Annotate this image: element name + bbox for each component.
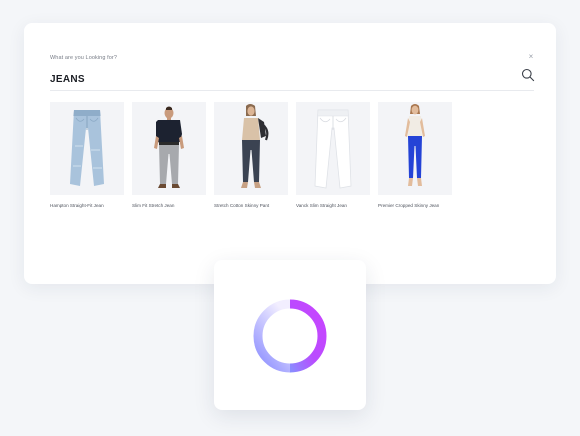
product-card[interactable]: Vanck Slim Straight Jean — [296, 102, 370, 208]
search-divider — [50, 90, 534, 91]
product-image-hampton-jean — [50, 102, 124, 195]
product-image-stretch-cotton-pant — [214, 102, 288, 195]
product-card[interactable]: Premier Cropped Skinny Jean — [378, 102, 452, 208]
product-name: Vanck Slim Straight Jean — [296, 203, 347, 208]
product-image-premier-cropped-jean — [378, 102, 452, 195]
search-input[interactable] — [50, 70, 490, 88]
product-name: Hampton Straight-Fit Jean — [50, 203, 104, 208]
search-prompt-label: What are you Looking for? — [50, 55, 118, 61]
product-image-vanck-slim-jean — [296, 102, 370, 195]
product-name: Stretch Cotton Skinny Pant — [214, 203, 270, 208]
search-results: Hampton Straight-Fit Jean Slim Fit Stret… — [50, 102, 452, 208]
search-icon — [521, 68, 535, 82]
search-button[interactable] — [521, 68, 535, 82]
product-image-slim-fit-jean — [132, 102, 206, 195]
product-name: Slim Fit Stretch Jean — [132, 203, 175, 208]
close-icon: × — [528, 52, 534, 61]
product-card[interactable]: Hampton Straight-Fit Jean — [50, 102, 124, 208]
loading-spinner-icon — [253, 299, 327, 373]
product-name: Premier Cropped Skinny Jean — [378, 203, 440, 208]
product-card[interactable]: Stretch Cotton Skinny Pant — [214, 102, 288, 208]
search-panel: What are you Looking for? × Hampton Stra… — [24, 23, 556, 284]
close-button[interactable]: × — [526, 52, 536, 62]
product-card[interactable]: Slim Fit Stretch Jean — [132, 102, 206, 208]
loading-card — [214, 260, 366, 410]
